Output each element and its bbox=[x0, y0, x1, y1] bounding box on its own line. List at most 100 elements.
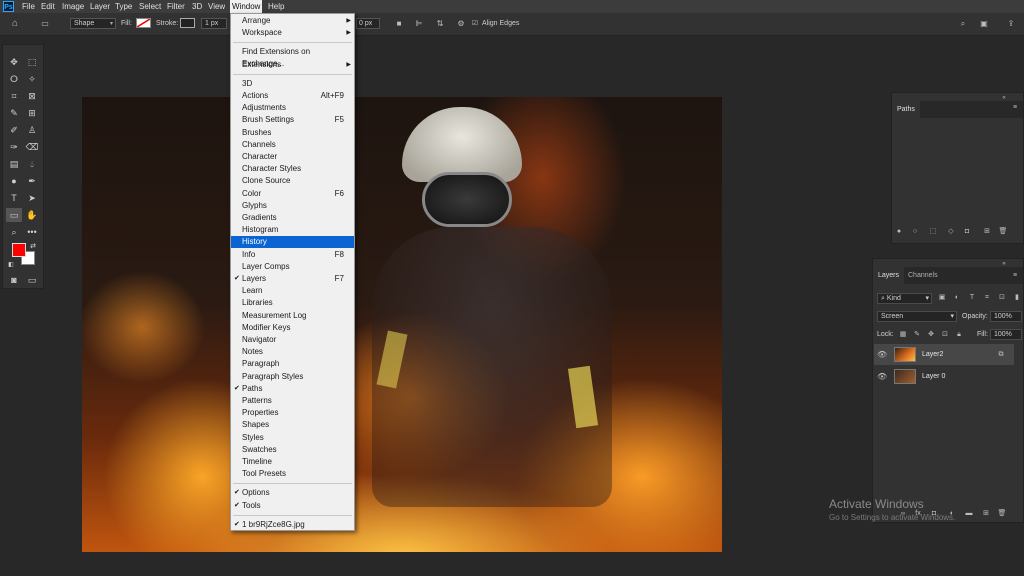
window-menu-item-learn[interactable]: Learn bbox=[231, 285, 354, 297]
zoom-tool-icon[interactable]: ⌕ bbox=[6, 225, 22, 239]
window-menu-item-measurement-log[interactable]: Measurement Log bbox=[231, 310, 354, 322]
path-arrangement-icon[interactable]: ⇅ bbox=[435, 19, 445, 29]
panel-menu-icon[interactable]: ≡ bbox=[1010, 271, 1020, 281]
menu-layer[interactable]: Layer bbox=[88, 0, 112, 13]
window-menu-item-info[interactable]: Info F8 bbox=[231, 249, 354, 261]
menu-select[interactable]: Select bbox=[137, 0, 163, 13]
window-menu-item-layers[interactable]: ✔ Layers F7 bbox=[231, 273, 354, 285]
window-menu-item-channels[interactable]: Channels bbox=[231, 139, 354, 151]
more-tools-icon[interactable]: ••• bbox=[24, 225, 40, 239]
swap-colors-icon[interactable]: ⇄ bbox=[28, 240, 38, 254]
stroke-swatch[interactable] bbox=[180, 18, 195, 28]
load-selection-icon[interactable]: ⬚ bbox=[928, 227, 938, 237]
window-menu-item-adjustments[interactable]: Adjustments bbox=[231, 102, 354, 114]
window-menu-item-3d[interactable]: 3D bbox=[231, 78, 354, 90]
stamp-tool-icon[interactable]: ♙ bbox=[24, 123, 40, 137]
rectangle-tool-icon[interactable]: ▭ bbox=[6, 208, 22, 222]
tab-channels[interactable]: Channels bbox=[903, 267, 943, 284]
frame-tool-icon[interactable]: ⊠ bbox=[24, 89, 40, 103]
menu-filter[interactable]: Filter bbox=[165, 0, 187, 13]
layer-row[interactable]: 👁︎ Layer 0 bbox=[874, 366, 1014, 387]
menu-view[interactable]: View bbox=[206, 0, 227, 13]
eye-visibility-icon[interactable]: 👁︎ bbox=[877, 372, 887, 382]
magic-wand-tool-icon[interactable]: ✧ bbox=[24, 72, 40, 86]
shape-filter-icon[interactable]: ⌗ bbox=[982, 293, 992, 303]
pixel-filter-icon[interactable]: ▣ bbox=[937, 293, 947, 303]
window-menu-item-brushes[interactable]: Brushes bbox=[231, 127, 354, 139]
dodge-tool-icon[interactable]: ● bbox=[6, 174, 22, 188]
layer-filter-select[interactable]: ⌕ Kind ▾ bbox=[877, 293, 932, 304]
gradient-tool-icon[interactable]: ▤ bbox=[6, 157, 22, 171]
crop-tool-icon[interactable]: ⌗ bbox=[6, 89, 22, 103]
trash-icon[interactable]: 🗑︎ bbox=[998, 227, 1008, 237]
lock-artboard-icon[interactable]: ⊡ bbox=[940, 330, 950, 340]
menu-3d[interactable]: 3D bbox=[190, 0, 204, 13]
type-tool-icon[interactable]: T bbox=[6, 191, 22, 205]
window-menu-item-histogram[interactable]: Histogram bbox=[231, 224, 354, 236]
lock-transparent-icon[interactable]: ▦ bbox=[898, 330, 908, 340]
window-menu-item-notes[interactable]: Notes bbox=[231, 346, 354, 358]
fill-swatch[interactable] bbox=[136, 18, 151, 28]
fill-field[interactable]: 100% bbox=[990, 329, 1022, 340]
lock-position-icon[interactable]: ✥ bbox=[926, 330, 936, 340]
menu-type[interactable]: Type bbox=[113, 0, 134, 13]
home-icon[interactable]: ⌂ bbox=[10, 19, 20, 29]
window-menu-item-timeline[interactable]: Timeline bbox=[231, 456, 354, 468]
window-menu-item-paragraph[interactable]: Paragraph bbox=[231, 358, 354, 370]
window-menu-item-tools[interactable]: ✔ Tools bbox=[231, 500, 354, 512]
menu-edit[interactable]: Edit bbox=[39, 0, 57, 13]
gear-icon[interactable]: ⚙ bbox=[456, 19, 466, 29]
window-menu-item-swatches[interactable]: Swatches bbox=[231, 444, 354, 456]
path-selection-tool-icon[interactable]: ➤ bbox=[24, 191, 40, 205]
path-alignment-icon[interactable]: ⊫ bbox=[414, 19, 424, 29]
align-edges-checkbox[interactable]: ☑ bbox=[470, 19, 480, 29]
menu-file[interactable]: File bbox=[20, 0, 37, 13]
lasso-tool-icon[interactable]: ⵔ bbox=[6, 72, 22, 86]
lock-all-icon[interactable]: 🔒︎ bbox=[954, 330, 964, 340]
foreground-color-swatch[interactable] bbox=[12, 243, 26, 257]
blur-tool-icon[interactable]: 💧︎ bbox=[24, 157, 40, 171]
stroke-width-field[interactable]: 1 px bbox=[201, 18, 227, 29]
document-canvas[interactable] bbox=[82, 97, 722, 552]
window-menu-item-color[interactable]: Color F6 bbox=[231, 188, 354, 200]
shape-mode-select[interactable]: Shape ▾ bbox=[70, 18, 116, 29]
window-menu-item-workspace[interactable]: Workspace ▶ bbox=[231, 27, 354, 39]
new-layer-icon[interactable]: ⊞ bbox=[981, 509, 991, 519]
brush-tool-icon[interactable]: ✐ bbox=[6, 123, 22, 137]
share-icon[interactable]: ⇪ bbox=[1006, 19, 1016, 29]
menu-help[interactable]: Help bbox=[266, 0, 286, 13]
opacity-field[interactable]: 100% bbox=[990, 311, 1022, 322]
window-menu-item-arrange[interactable]: Arrange ▶ bbox=[231, 15, 354, 27]
tool-preset-icon[interactable]: ▭ bbox=[40, 19, 50, 29]
tab-layers[interactable]: Layers bbox=[873, 267, 905, 284]
window-menu-item-tool-presets[interactable]: Tool Presets bbox=[231, 468, 354, 480]
move-tool-icon[interactable]: ✥ bbox=[6, 55, 22, 69]
window-menu-item-paragraph-styles[interactable]: Paragraph Styles bbox=[231, 371, 354, 383]
layer-name[interactable]: Layer 0 bbox=[922, 373, 945, 380]
window-menu-item-options[interactable]: ✔ Options bbox=[231, 487, 354, 499]
healing-tool-icon[interactable]: ⊞ bbox=[24, 106, 40, 120]
menu-window[interactable]: Window bbox=[230, 0, 263, 13]
window-menu-item-actions[interactable]: Actions Alt+F9 bbox=[231, 90, 354, 102]
new-path-icon[interactable]: ⊞ bbox=[982, 227, 992, 237]
history-brush-tool-icon[interactable]: ✑ bbox=[6, 140, 22, 154]
window-menu-item-layer-comps[interactable]: Layer Comps bbox=[231, 261, 354, 273]
make-path-icon[interactable]: ◇ bbox=[946, 227, 956, 237]
lock-image-icon[interactable]: ✎ bbox=[912, 330, 922, 340]
window-menu-item-brush-settings[interactable]: Brush Settings F5 bbox=[231, 114, 354, 126]
blend-mode-select[interactable]: Screen ▾ bbox=[877, 311, 957, 322]
window-menu-item-patterns[interactable]: Patterns bbox=[231, 395, 354, 407]
marquee-tool-icon[interactable]: ⬚ bbox=[24, 55, 40, 69]
eyedropper-tool-icon[interactable]: ✎ bbox=[6, 106, 22, 120]
window-menu-item-find-extensions-on-exchange[interactable]: Find Extensions on Exchange... bbox=[231, 46, 354, 68]
window-menu-item-libraries[interactable]: Libraries bbox=[231, 297, 354, 309]
window-menu-item-properties[interactable]: Properties bbox=[231, 407, 354, 419]
window-menu-item-paths[interactable]: ✔ Paths bbox=[231, 383, 354, 395]
hand-tool-icon[interactable]: ✋ bbox=[24, 208, 40, 222]
photoshop-logo[interactable]: Ps bbox=[3, 1, 14, 12]
pen-tool-icon[interactable]: ✒ bbox=[24, 174, 40, 188]
trash-icon[interactable]: 🗑︎ bbox=[997, 509, 1007, 519]
type-filter-icon[interactable]: T bbox=[967, 293, 977, 303]
stroke-path-icon[interactable]: ○ bbox=[910, 227, 920, 237]
window-menu-item-history[interactable]: History bbox=[231, 236, 354, 249]
